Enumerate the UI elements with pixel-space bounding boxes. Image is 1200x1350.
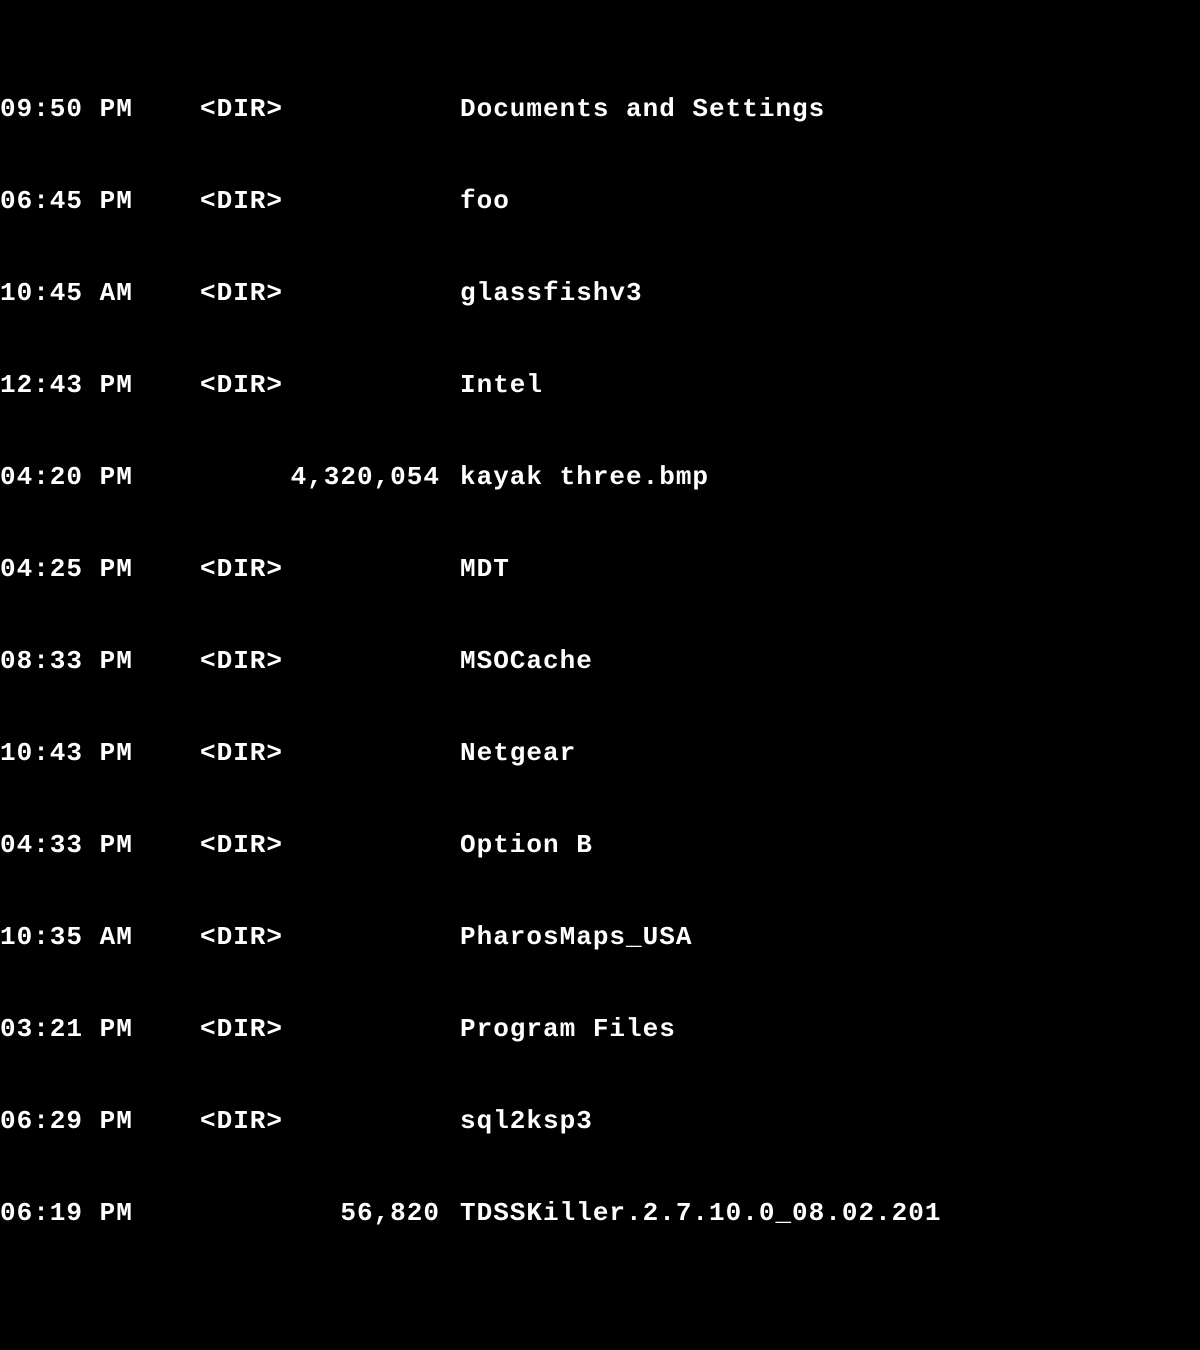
entry-time: 10:35 AM [0, 922, 148, 953]
entry-size: 4,320,054 [148, 462, 448, 493]
entry-time: 03:21 PM [0, 1014, 148, 1045]
entry-type: <DIR> [148, 94, 448, 125]
entry-name: Documents and Settings [448, 94, 825, 125]
dir-entry-row: 06:29 PM <DIR> sql2ksp3 [0, 1106, 1200, 1137]
entry-type: <DIR> [148, 554, 448, 585]
entry-time: 04:20 PM [0, 462, 148, 493]
entry-name: Program Files [448, 1014, 676, 1045]
entry-type: <DIR> [148, 738, 448, 769]
entry-type: <DIR> [148, 922, 448, 953]
entry-name: kayak three.bmp [448, 462, 709, 493]
dir-entry-row: 04:33 PM <DIR> Option B [0, 830, 1200, 861]
entry-name: foo [448, 186, 510, 217]
entry-name: TDSSKiller.2.7.10.0_08.02.201 [448, 1198, 941, 1229]
entry-time: 06:19 PM [0, 1198, 148, 1229]
entry-time: 10:43 PM [0, 738, 148, 769]
entry-name: PharosMaps_USA [448, 922, 692, 953]
dir-entry-row: 04:25 PM <DIR> MDT [0, 554, 1200, 585]
entry-time: 06:45 PM [0, 186, 148, 217]
dir-entry-row: 08:33 PM <DIR> MSOCache [0, 646, 1200, 677]
dir-entry-row: 10:35 AM <DIR> PharosMaps_USA [0, 922, 1200, 953]
file-entry-row: 06:19 PM 56,820 TDSSKiller.2.7.10.0_08.0… [0, 1198, 1200, 1229]
entry-name: Option B [448, 830, 593, 861]
entry-type: <DIR> [148, 1106, 448, 1137]
entry-size: 56,820 [148, 1198, 448, 1229]
dir-entry-row: 10:45 AM <DIR> glassfishv3 [0, 278, 1200, 309]
dir-entry-row: 09:50 PM <DIR> Documents and Settings [0, 94, 1200, 125]
entry-name: MSOCache [448, 646, 593, 677]
entry-time: 06:29 PM [0, 1106, 148, 1137]
entry-name: glassfishv3 [448, 278, 643, 309]
blank-line [0, 1321, 1200, 1350]
entry-time: 09:50 PM [0, 94, 148, 125]
entry-type: <DIR> [148, 646, 448, 677]
entry-name: Intel [448, 370, 543, 401]
dir-entry-row: 10:43 PM <DIR> Netgear [0, 738, 1200, 769]
entry-type: <DIR> [148, 1014, 448, 1045]
entry-type: <DIR> [148, 186, 448, 217]
entry-time: 08:33 PM [0, 646, 148, 677]
entry-time: 12:43 PM [0, 370, 148, 401]
dir-entry-row: 03:21 PM <DIR> Program Files [0, 1014, 1200, 1045]
entry-type: <DIR> [148, 830, 448, 861]
entry-type: <DIR> [148, 278, 448, 309]
entry-name: sql2ksp3 [448, 1106, 593, 1137]
file-entry-row: 04:20 PM 4,320,054 kayak three.bmp [0, 462, 1200, 493]
entry-name: MDT [448, 554, 510, 585]
terminal-output: 09:50 PM <DIR> Documents and Settings 06… [0, 2, 1200, 1350]
entry-time: 04:33 PM [0, 830, 148, 861]
entry-time: 04:25 PM [0, 554, 148, 585]
entry-name: Netgear [448, 738, 576, 769]
entry-time: 10:45 AM [0, 278, 148, 309]
dir-entry-row: 12:43 PM <DIR> Intel [0, 370, 1200, 401]
dir-entry-row: 06:45 PM <DIR> foo [0, 186, 1200, 217]
entry-type: <DIR> [148, 370, 448, 401]
